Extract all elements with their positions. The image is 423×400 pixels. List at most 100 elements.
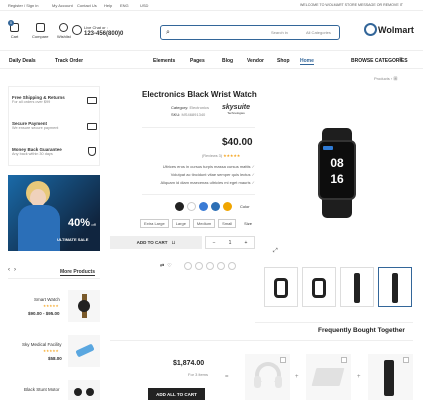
product-title: Electronics Black Wrist Watch [142,90,257,99]
nav-item-vendor[interactable]: Vendor [247,58,264,64]
quantity-stepper[interactable]: − 1 + [205,236,255,249]
product-thumb[interactable] [68,380,100,400]
search-bar: ⌕ Search in All Categories [160,25,340,40]
wishlist-button[interactable]: Wishlist [57,23,71,39]
search-icon[interactable]: ⌕ [166,29,170,37]
divider [142,194,255,195]
add-to-cart-button[interactable]: ADD TO CART ⊔ [110,236,202,249]
product-name[interactable]: Sky Medical Facility [22,342,62,347]
product-price: $58.00 [48,356,62,361]
header: 0 Cart Compare Wishlist Live Chat or : 1… [0,11,423,51]
nav-item-blog[interactable]: Blog [222,58,233,64]
product-item[interactable]: Black Stunt Motor [8,377,100,400]
product-thumbnail[interactable] [340,267,374,307]
size-option[interactable]: Large [171,219,190,228]
product-thumbnail[interactable] [302,267,336,307]
banner-caption: ULTIMATE SALE [57,237,89,242]
size-option[interactable]: Medium [192,219,216,228]
pinterest-icon[interactable] [205,262,214,270]
grid-icon[interactable]: ⊞ [393,76,397,82]
plus-icon: + [357,374,361,380]
cart-button[interactable]: 0 Cart [8,20,19,39]
search-in-label[interactable]: Search in [271,30,288,35]
fbt-price: $1,874.00 [173,360,205,367]
truck-icon [87,97,97,104]
compare-button[interactable]: Compare [32,23,48,39]
compare-action-icon[interactable]: ⇄ [160,263,164,269]
fbt-item-headphones[interactable] [245,354,290,400]
contact-link[interactable]: Contact Us [77,3,97,8]
feature-sub: We ensure secure payment [12,126,59,130]
main-nav: Daily Deals Track Order Elements Pages B… [0,52,423,69]
product-item[interactable]: Smart Watch ★★★★★ $90.00 - $95.00 [8,287,100,327]
cart-count-badge: 0 [8,20,14,26]
color-swatch[interactable] [211,202,220,211]
breadcrumb-products[interactable]: Products [374,76,390,81]
watch-hour: 08 [330,156,344,170]
sale-banner[interactable]: 40% off ULTIMATE SALE [8,175,100,251]
linkedin-icon[interactable] [227,262,236,270]
product-actions: ⇄ ♡ [160,262,236,270]
color-swatch[interactable] [175,202,184,211]
cart-label: Cart [10,34,19,39]
top-bar: Register / Sign in My Account Contact Us… [0,0,423,11]
register-link[interactable]: Register / Sign in [8,3,38,8]
breadcrumb: Products › ⊞ [374,76,398,82]
category-value[interactable]: Electronics [189,105,209,110]
fbt-checkbox[interactable] [341,357,347,363]
rating[interactable]: (Reviews 3) ★★★★★ [202,153,240,158]
size-option[interactable]: Extra Large [140,219,169,228]
nav-item-shop[interactable]: Shop [277,58,290,64]
plus-button[interactable]: + [245,240,248,246]
product-thumb[interactable] [68,335,100,367]
wishlist-icon [59,23,69,32]
brand-logo[interactable]: skysuite Technologies [222,104,250,115]
nav-item-pages[interactable]: Pages [190,58,205,64]
currency-select[interactable]: USD [140,3,148,8]
product-thumbnail[interactable] [264,267,298,307]
my-account-link[interactable]: My Account [52,3,73,8]
category-select[interactable]: All Categories [306,30,331,35]
logo-text: Wolmart [378,24,414,35]
whatsapp-icon[interactable] [216,262,225,270]
shield-icon [88,147,96,156]
live-chat-label[interactable]: Live Chat or : [84,25,108,30]
brand-name: skysuite [222,104,251,111]
size-label: Size [244,221,252,226]
main-product-image[interactable]: 08 16 ⤢ [264,88,414,260]
fbt-item-watch[interactable] [368,354,413,400]
next-arrow-icon[interactable]: › [14,267,16,273]
color-swatch[interactable] [199,202,208,211]
fbt-items: For 3 items [188,372,209,377]
phone-number[interactable]: 123-456(800)0 [84,31,123,37]
facebook-icon[interactable] [183,262,192,270]
nav-item-home[interactable]: Home [300,58,314,65]
prev-arrow-icon[interactable]: ‹ [8,267,10,273]
logo[interactable]: Wolmart [364,23,414,36]
track-order-link[interactable]: Track Order [55,58,83,64]
reviews-count[interactable]: (Reviews 3) [202,154,222,158]
product-item[interactable]: Sky Medical Facility ★★★★★ $58.00 [8,332,100,372]
color-swatch[interactable] [187,202,196,211]
product-thumbnail-active[interactable] [378,267,412,307]
menu-icon[interactable]: ≡ [399,57,403,63]
fbt-checkbox[interactable] [280,357,286,363]
nav-item-elements[interactable]: Elements [153,58,175,64]
add-all-to-cart-button[interactable]: ADD ALL TO CART [148,388,205,400]
size-option[interactable]: Small [218,219,237,228]
expand-icon[interactable]: ⤢ [273,248,278,255]
minus-button[interactable]: − [213,240,216,246]
color-swatch[interactable] [223,202,232,211]
twitter-icon[interactable] [194,262,203,270]
fbt-item-laptop[interactable] [306,354,351,400]
product-name[interactable]: Black Stunt Motor [24,387,60,392]
fbt-checkbox[interactable] [403,357,409,363]
daily-deals-link[interactable]: Daily Deals [9,58,36,64]
wishlist-label: Wishlist [57,34,71,39]
quantity-value[interactable]: 1 [229,240,232,246]
help-link[interactable]: Help [104,3,112,8]
wishlist-action-icon[interactable]: ♡ [167,263,171,269]
language-select[interactable]: ENG [120,3,129,8]
product-thumb[interactable] [68,290,100,322]
product-name[interactable]: Smart Watch [34,297,60,302]
